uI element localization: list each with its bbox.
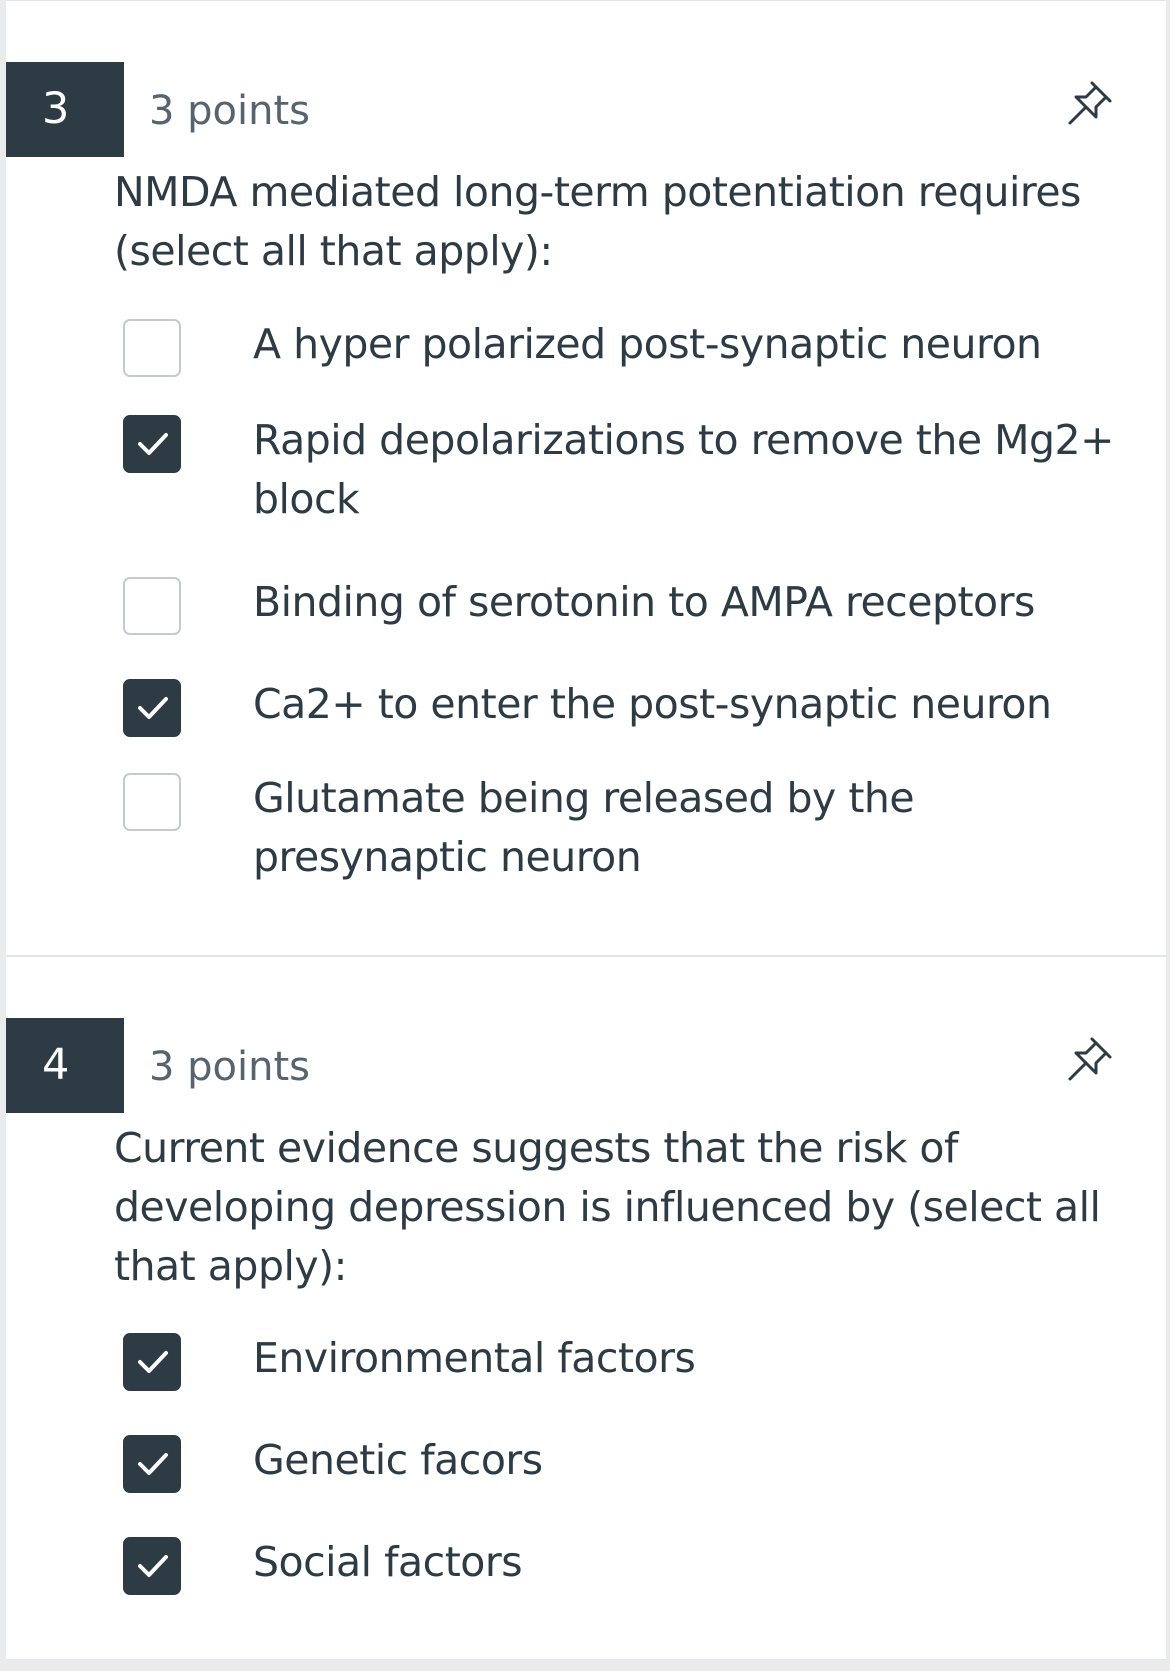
option-label: Ca2+ to enter the post-synaptic neuron <box>253 680 1052 728</box>
option-label: Binding of serotonin to AMPA receptors <box>253 578 1035 626</box>
checkmark-icon <box>138 433 168 455</box>
option-label: Environmental factors <box>253 1334 696 1382</box>
checkbox-checked[interactable] <box>123 1333 181 1391</box>
checkbox-unchecked[interactable] <box>123 577 181 635</box>
checkmark-icon <box>138 1555 168 1577</box>
checkmark-icon <box>138 697 168 719</box>
question-card-3: 3 3 points NMDA mediated long-term poten… <box>6 0 1166 956</box>
question-text: NMDA mediated long-term potentiation req… <box>114 168 1081 275</box>
checkbox-checked[interactable] <box>123 1435 181 1493</box>
quiz-page: 3 3 points NMDA mediated long-term poten… <box>0 0 1170 1671</box>
checkmark-icon <box>138 1453 168 1475</box>
checkbox-checked[interactable] <box>123 415 181 473</box>
checkbox-unchecked[interactable] <box>123 773 181 831</box>
checkmark-icon <box>138 1351 168 1373</box>
question-number: 3 <box>6 62 124 157</box>
option-label: Genetic facors <box>253 1436 543 1484</box>
question-card-4: 4 3 points Current evidence suggests tha… <box>6 956 1166 1660</box>
pin-icon[interactable] <box>1062 77 1116 131</box>
option-label: Social factors <box>253 1538 523 1586</box>
option-label: A hyper polarized post-synaptic neuron <box>253 320 1042 368</box>
page-edge <box>1166 0 1170 1671</box>
question-number: 4 <box>6 1018 124 1113</box>
question-points: 3 points <box>149 1044 311 1090</box>
checkbox-checked[interactable] <box>123 679 181 737</box>
option-label: Rapid depolarizations to remove the Mg2+… <box>253 416 1114 523</box>
checkbox-unchecked[interactable] <box>123 319 181 377</box>
checkbox-checked[interactable] <box>123 1537 181 1595</box>
question-points: 3 points <box>149 88 311 134</box>
pin-icon[interactable] <box>1062 1033 1116 1087</box>
question-text: Current evidence suggests that the risk … <box>114 1124 1101 1290</box>
option-label: Glutamate being released by the presynap… <box>253 774 915 881</box>
